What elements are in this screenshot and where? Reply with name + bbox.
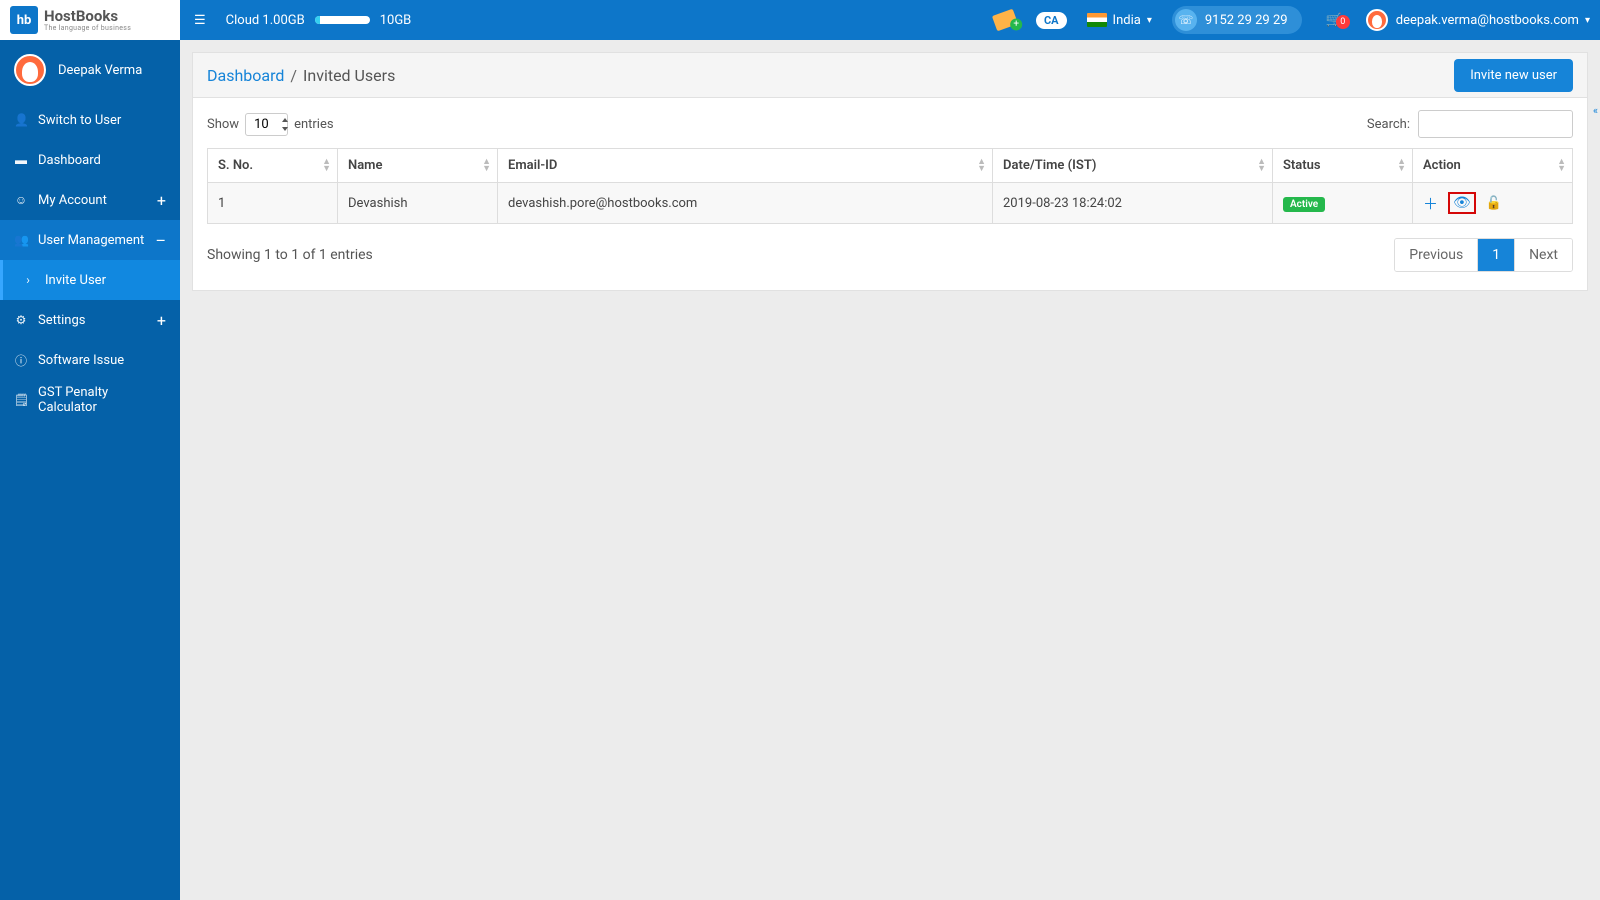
breadcrumb-root[interactable]: Dashboard (207, 66, 284, 85)
sidebar-item-user-management[interactable]: 👥 User Management– (0, 220, 180, 260)
brand-mark: hb (10, 6, 38, 34)
nav-label: Settings (38, 313, 85, 328)
view-action-icon[interactable]: 👁 (1448, 192, 1476, 214)
col-email-id[interactable]: Email-ID▲▼ (498, 149, 993, 183)
page-next[interactable]: Next (1514, 239, 1572, 271)
sidebar: Deepak Verma 👤 Switch to User ▬ Dashboard ☺ M… (0, 40, 180, 900)
page-header: Dashboard / Invited Users Invite new use… (192, 52, 1588, 98)
col-date-time-ist-[interactable]: Date/Time (IST)▲▼ (993, 149, 1273, 183)
sort-icon: ▲▼ (977, 159, 986, 173)
headset-icon: ☏ (1175, 9, 1197, 31)
cell-status: Active (1273, 183, 1413, 224)
page-length-select[interactable]: 10 (245, 113, 288, 136)
search-input[interactable] (1418, 110, 1573, 138)
add-action-icon[interactable]: ＋ (1423, 193, 1438, 214)
nav-label: Invite User (45, 273, 106, 288)
avatar-icon (1366, 9, 1388, 31)
brand-logo[interactable]: hb HostBooks The language of business (0, 0, 180, 40)
expand-icon: – (156, 231, 167, 250)
table-row: 1Devashishdevashish.pore@hostbooks.com20… (208, 183, 1573, 224)
sort-icon: ▲▼ (482, 159, 491, 173)
nav-icon: 🗒 (14, 393, 28, 407)
country-selector[interactable]: India ▾ (1077, 13, 1162, 28)
chevron-down-icon: ▾ (1585, 15, 1590, 26)
nav-label: My Account (38, 193, 107, 208)
sidebar-username: Deepak Verma (58, 63, 142, 78)
topbar: hb HostBooks The language of business ☰ … (0, 0, 1600, 40)
col-name[interactable]: Name▲▼ (338, 149, 498, 183)
breadcrumb-sep: / (290, 66, 297, 85)
col-status[interactable]: Status▲▼ (1273, 149, 1413, 183)
collapse-panel-icon[interactable]: « (1593, 104, 1598, 117)
sidebar-user[interactable]: Deepak Verma (0, 40, 180, 100)
col-s-no-[interactable]: S. No.▲▼ (208, 149, 338, 183)
sort-icon: ▲▼ (322, 159, 331, 173)
storage-used: Cloud 1.00GB (226, 13, 305, 28)
cart-count-badge: 0 (1336, 15, 1350, 29)
sidebar-item-switch-to-user[interactable]: 👤 Switch to User (0, 100, 180, 140)
cell-email: devashish.pore@hostbooks.com (498, 183, 993, 224)
invited-users-table: S. No.▲▼Name▲▼Email-ID▲▼Date/Time (IST)▲… (207, 148, 1573, 224)
nav-label: Switch to User (38, 113, 121, 128)
sort-icon: ▲▼ (1257, 159, 1266, 173)
storage-total: 10GB (380, 13, 412, 28)
sidebar-item-my-account[interactable]: ☺ My Account + (0, 180, 180, 220)
search-label: Search: (1367, 117, 1410, 132)
sidebar-item-settings[interactable]: ⚙ Settings + (0, 300, 180, 340)
sort-icon: ▲▼ (1557, 159, 1566, 173)
india-flag-icon (1087, 13, 1107, 27)
nav-icon: ⓘ (14, 352, 28, 369)
account-menu[interactable]: deepak.verma@hostbooks.com ▾ (1356, 9, 1600, 31)
brand-tagline: The language of business (44, 24, 131, 32)
content-area: Dashboard / Invited Users Invite new use… (180, 40, 1600, 900)
sidebar-item-gst-penalty-calculator[interactable]: 🗒 GST Penalty Calculator (0, 380, 180, 420)
nav-label: Dashboard (38, 153, 101, 168)
country-label: India (1113, 13, 1141, 28)
page-prev[interactable]: Previous (1395, 239, 1477, 271)
nav-icon: › (21, 273, 35, 287)
pagination: Previous 1 Next (1394, 238, 1573, 272)
nav-label: Software Issue (38, 353, 124, 368)
ticket-add-icon[interactable] (984, 12, 1026, 28)
chevron-down-icon: ▾ (1147, 15, 1152, 26)
account-email: deepak.verma@hostbooks.com (1396, 13, 1579, 28)
phone-number: 9152 29 29 29 (1205, 13, 1288, 28)
table-panel: « Show 10 entries Search: S. No.▲▼Name▲▼… (192, 98, 1588, 291)
brand-name: HostBooks (44, 9, 131, 24)
nav-icon: ⚙ (14, 313, 28, 327)
nav-icon: ☺ (14, 193, 28, 207)
cell-datetime: 2019-08-23 18:24:02 (993, 183, 1273, 224)
nav-icon: 👤 (14, 113, 28, 127)
show-label-pre: Show (207, 117, 239, 132)
menu-toggle-icon[interactable]: ☰ (180, 13, 220, 28)
cart-icon[interactable]: 🛒0 (1312, 13, 1356, 28)
cell-action: ＋ 👁 🔓 (1413, 183, 1573, 224)
expand-icon: + (157, 311, 166, 330)
sidebar-item-software-issue[interactable]: ⓘ Software Issue (0, 340, 180, 380)
sidebar-item-invite-user[interactable]: › Invite User (0, 260, 180, 300)
nav-icon: 👥 (14, 233, 28, 247)
nav-icon: ▬ (14, 153, 28, 167)
breadcrumb-current: Invited Users (303, 66, 395, 85)
sort-icon: ▲▼ (1397, 159, 1406, 173)
cell-sno: 1 (208, 183, 338, 224)
col-action[interactable]: Action▲▼ (1413, 149, 1573, 183)
table-info: Showing 1 to 1 of 1 entries (207, 247, 373, 263)
status-badge: Active (1283, 197, 1325, 212)
expand-icon: + (157, 191, 166, 210)
lock-action-icon[interactable]: 🔓 (1486, 196, 1502, 211)
nav-label: User Management (38, 233, 144, 248)
support-phone[interactable]: ☏ 9152 29 29 29 (1162, 6, 1312, 34)
avatar-icon (14, 54, 46, 86)
page-1[interactable]: 1 (1477, 239, 1514, 271)
invite-new-user-button[interactable]: Invite new user (1454, 59, 1573, 92)
ca-badge[interactable]: CA (1026, 12, 1077, 29)
cell-name: Devashish (338, 183, 498, 224)
nav-label: GST Penalty Calculator (38, 385, 166, 415)
storage-meter (315, 16, 370, 24)
sidebar-item-dashboard[interactable]: ▬ Dashboard (0, 140, 180, 180)
show-label-post: entries (294, 117, 334, 132)
